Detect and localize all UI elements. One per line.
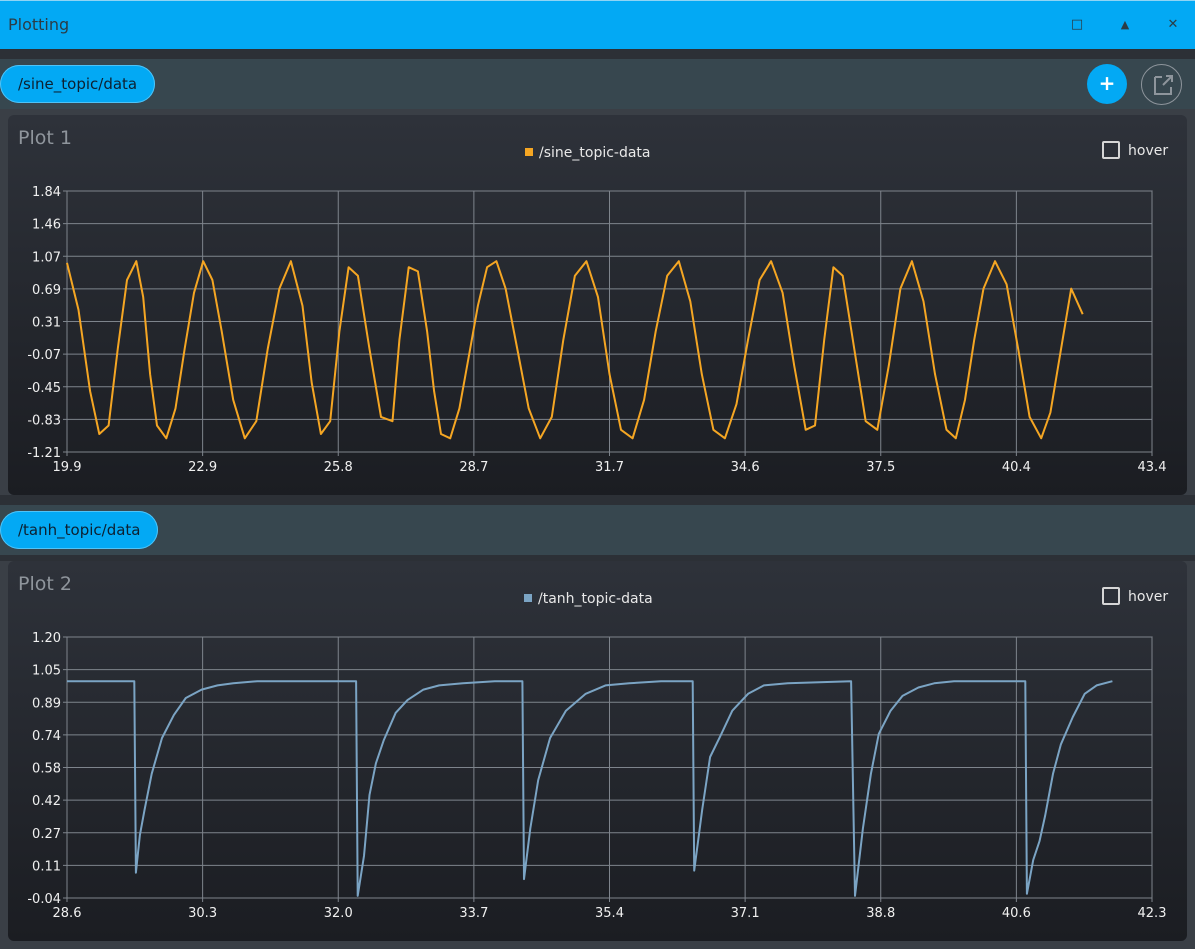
x-tick-label: 35.4 <box>595 906 624 921</box>
y-tick-label: 1.20 <box>32 631 61 646</box>
close-icon[interactable]: ✕ <box>1161 13 1185 37</box>
x-tick-label: 28.7 <box>459 460 488 475</box>
popout-icon <box>1154 75 1173 95</box>
x-tick-label: 30.3 <box>188 906 217 921</box>
y-tick-label: 0.89 <box>32 696 61 711</box>
y-tick-label: -0.45 <box>27 381 61 396</box>
y-tick-label: 0.58 <box>32 762 61 777</box>
series-line <box>66 260 1084 440</box>
plot-canvas-1[interactable]: 19.9 22.9 25.8 28.7 31.7 34.6 37.5 40.4 43.4 1.84… <box>8 115 1187 495</box>
add-plot-button[interactable]: + <box>1087 64 1127 104</box>
y-tick-label: 1.05 <box>32 664 61 679</box>
expand-up-icon[interactable]: ▲ <box>1113 13 1137 37</box>
y-tick-label: 0.11 <box>32 859 61 874</box>
y-tick-label: 0.69 <box>32 283 61 298</box>
x-tick-label: 19.9 <box>53 460 82 475</box>
x-tick-label: 43.4 <box>1138 460 1167 475</box>
y-tick-label: 1.84 <box>32 185 61 200</box>
y-tick-label: 0.31 <box>32 316 61 331</box>
x-tick-label: 33.7 <box>459 906 488 921</box>
y-tick-label: -0.07 <box>27 348 61 363</box>
y-tick-label: 1.46 <box>32 218 61 233</box>
x-tick-label: 25.8 <box>324 460 353 475</box>
x-tick-label: 31.7 <box>595 460 624 475</box>
x-tick-label: 37.1 <box>731 906 760 921</box>
plot-panel-2: Plot 2 /tanh_topic-data hover 28.6 30.3 32… <box>8 561 1187 941</box>
plot-canvas-2[interactable]: 28.6 30.3 32.0 33.7 35.4 37.1 38.8 40.6 42.3 1.20… <box>8 561 1187 941</box>
series-line <box>67 680 1113 897</box>
x-tick-label: 32.0 <box>324 906 353 921</box>
plot-panel-1: Plot 1 /sine_topic-data hover 19.9 22.9 25… <box>8 115 1187 495</box>
window-title: Plotting <box>8 15 70 34</box>
y-tick-label: 0.42 <box>32 794 61 809</box>
maximize-icon[interactable]: □ <box>1065 13 1089 37</box>
x-tick-label: 28.6 <box>53 906 82 921</box>
y-tick-label: -1.21 <box>27 446 61 461</box>
x-tick-label: 38.8 <box>866 906 895 921</box>
separator <box>0 495 1195 505</box>
y-tick-label: 0.27 <box>32 827 61 842</box>
topic-chip-tanh[interactable]: /tanh_topic/data <box>0 511 159 549</box>
y-tick-label: 0.74 <box>32 729 61 744</box>
topic-bar-1: /sine_topic/data <box>0 59 1195 109</box>
x-tick-label: 22.9 <box>188 460 217 475</box>
separator <box>0 49 1195 59</box>
x-tick-label: 40.4 <box>1002 460 1031 475</box>
x-tick-label: 40.6 <box>1002 906 1031 921</box>
popout-button[interactable] <box>1141 64 1182 105</box>
y-tick-label: -0.04 <box>27 892 61 907</box>
x-tick-label: 37.5 <box>866 460 895 475</box>
topic-bar-2: /tanh_topic/data <box>0 505 1195 555</box>
y-tick-label: 1.07 <box>32 250 61 265</box>
topic-chip-sine[interactable]: /sine_topic/data <box>0 65 156 103</box>
x-tick-label: 42.3 <box>1138 906 1167 921</box>
x-tick-label: 34.6 <box>731 460 760 475</box>
y-tick-label: -0.83 <box>27 413 61 428</box>
title-bar: Plotting □ ▲ ✕ <box>0 0 1195 49</box>
